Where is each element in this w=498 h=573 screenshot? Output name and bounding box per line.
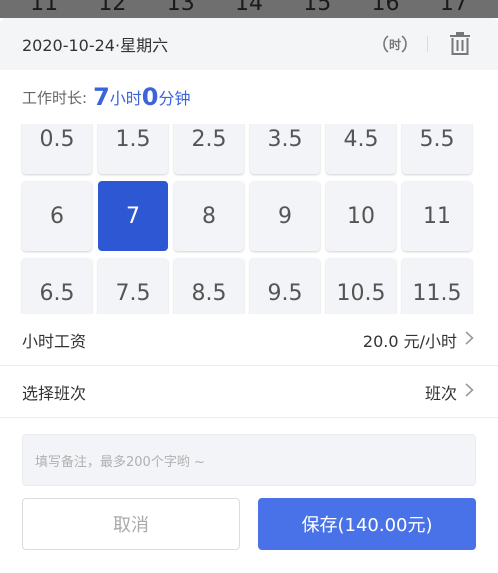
hourly-wage-value: 20.0 元/小时 [362, 331, 457, 351]
hour-option[interactable]: 10 [326, 181, 396, 251]
action-bar: 取消 保存(140.00元) [0, 498, 498, 550]
hour-picker-scroll[interactable]: 0.5 1.5 2.5 3.5 4.5 5.5 6 7 8 9 10 11 6.… [0, 124, 498, 314]
calendar-day: 15 [303, 0, 332, 16]
hour-option[interactable]: 7.5 [98, 258, 168, 314]
hour-option[interactable]: 1.5 [98, 124, 168, 174]
cancel-button[interactable]: 取消 [22, 498, 240, 550]
duration-minutes-unit: 分钟 [158, 89, 191, 108]
header-divider [427, 36, 428, 52]
hour-option[interactable]: 2.5 [174, 124, 244, 174]
hour-option-grid: 0.5 1.5 2.5 3.5 4.5 5.5 6 7 8 9 10 11 6.… [22, 124, 472, 314]
hour-option[interactable]: 11 [402, 181, 472, 251]
hour-option[interactable]: 6.5 [22, 258, 92, 314]
hour-option-selected[interactable]: 7 [98, 181, 168, 251]
hour-mode-button[interactable]: 时 [381, 30, 409, 58]
background-calendar-strip: 11 12 13 14 15 16 17 [0, 0, 498, 18]
header-actions: 时 [381, 30, 474, 58]
hour-option[interactable]: 11.5 [402, 258, 472, 314]
hour-option[interactable]: 8 [174, 181, 244, 251]
hour-option[interactable]: 10.5 [326, 258, 396, 314]
shift-label: 选择班次 [22, 383, 87, 403]
calendar-day: 13 [166, 0, 195, 16]
hourly-wage-label: 小时工资 [22, 331, 87, 351]
chevron-right-icon [465, 381, 474, 402]
duration-hours-unit: 小时 [109, 89, 142, 108]
hourly-wage-row[interactable]: 小时工资 20.0 元/小时 [0, 314, 498, 366]
hour-option[interactable]: 4.5 [326, 124, 396, 174]
shift-row[interactable]: 选择班次 班次 [0, 366, 498, 418]
calendar-day: 12 [98, 0, 127, 16]
calendar-day: 16 [371, 0, 400, 16]
shift-value: 班次 [424, 383, 457, 403]
hour-option[interactable]: 8.5 [174, 258, 244, 314]
hour-clock-icon: 时 [383, 35, 407, 53]
hour-option[interactable]: 5.5 [402, 124, 472, 174]
trash-icon [450, 32, 470, 55]
hour-option[interactable]: 0.5 [22, 124, 92, 174]
duration-hours: 7 [93, 83, 110, 111]
hour-option[interactable]: 9 [250, 181, 320, 251]
chevron-right-icon [465, 329, 474, 350]
sheet-header: 2020-10-24·星期六 时 [0, 18, 498, 70]
note-input[interactable]: 填写备注，最多200个字哟 ~ [22, 434, 476, 486]
date-label: 2020-10-24·星期六 [22, 36, 169, 55]
delete-button[interactable] [446, 30, 474, 58]
duration-label: 工作时长: [22, 88, 88, 107]
hour-option[interactable]: 6 [22, 181, 92, 251]
calendar-day: 14 [234, 0, 263, 16]
hour-icon-char: 时 [389, 37, 401, 52]
hour-option[interactable]: 3.5 [250, 124, 320, 174]
save-button[interactable]: 保存(140.00元) [258, 498, 476, 550]
hour-option[interactable]: 9.5 [250, 258, 320, 314]
calendar-day: 17 [439, 0, 468, 16]
calendar-day: 11 [30, 0, 59, 16]
duration-minutes: 0 [141, 83, 159, 111]
work-duration: 工作时长: 7 小时 0 分钟 [0, 70, 498, 124]
work-hours-sheet: 2020-10-24·星期六 时 工作时长: 7 小时 0 分钟 0.5 1.5… [0, 18, 498, 573]
